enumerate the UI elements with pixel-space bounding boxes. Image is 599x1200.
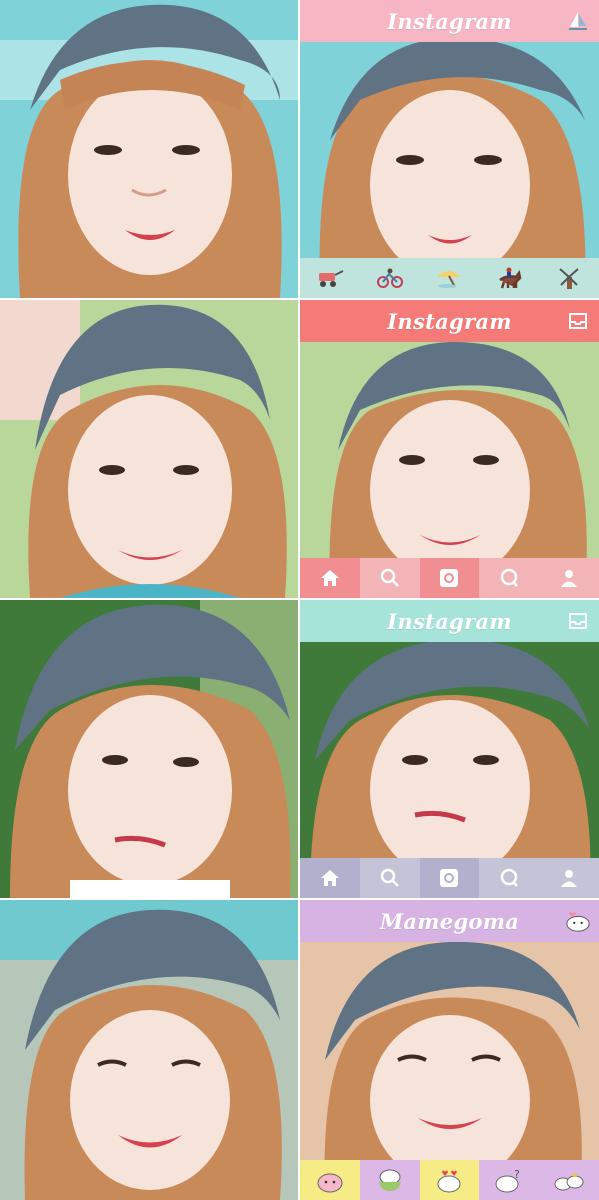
camera-icon[interactable]: [419, 858, 480, 898]
search-icon[interactable]: [360, 558, 420, 598]
bicycle-icon[interactable]: [360, 258, 420, 298]
bottom-nav: [300, 558, 599, 598]
app-title: Instagram: [387, 8, 512, 34]
portrait-photo: [300, 900, 599, 1200]
cart-icon[interactable]: [300, 258, 360, 298]
app-header: Instagram: [300, 600, 599, 642]
app-title: Instagram: [387, 608, 512, 634]
photo-plain-4: [0, 900, 298, 1200]
instagram-frame-3: Instagram: [300, 600, 599, 898]
camera-icon[interactable]: [419, 558, 480, 598]
app-header: Mamegoma: [300, 900, 599, 942]
seal-pink-icon[interactable]: [300, 1160, 360, 1200]
app-title: Instagram: [387, 308, 512, 334]
mamegoma-frame: Mamegoma ?: [300, 900, 599, 1200]
app-header: Instagram: [300, 0, 599, 42]
inbox-icon[interactable]: [565, 608, 591, 634]
windmill-icon[interactable]: [539, 258, 599, 298]
instagram-frame-2: Instagram: [300, 300, 599, 598]
portrait-photo: [0, 600, 298, 898]
comment-icon[interactable]: [479, 858, 539, 898]
portrait-photo: [300, 0, 599, 298]
photo-collage: Instagram Instagram Instagram Mamegoma ?: [0, 0, 599, 1200]
instagram-frame-1: Instagram: [300, 0, 599, 298]
bottom-nav: [300, 858, 599, 898]
seal-pair-icon[interactable]: [539, 1160, 599, 1200]
sailboat-icon[interactable]: [565, 8, 591, 34]
seal-question-icon[interactable]: ?: [479, 1160, 539, 1200]
profile-icon[interactable]: [539, 558, 599, 598]
portrait-photo: [300, 600, 599, 898]
horse-rider-icon[interactable]: [479, 258, 539, 298]
portrait-photo: [0, 900, 298, 1200]
svg-text:?: ?: [514, 1168, 520, 1181]
seal-hearts-icon[interactable]: [419, 1160, 480, 1200]
photo-plain-1: [0, 0, 298, 298]
app-header: Instagram: [300, 300, 599, 342]
theme-icon-bar: [300, 258, 599, 298]
profile-icon[interactable]: [539, 858, 599, 898]
sticker-bar: ?: [300, 1160, 599, 1200]
search-icon[interactable]: [360, 858, 420, 898]
seal-bowl-icon[interactable]: [360, 1160, 420, 1200]
seal-mascot-icon[interactable]: [565, 908, 591, 934]
comment-icon[interactable]: [479, 558, 539, 598]
home-icon[interactable]: [300, 858, 360, 898]
portrait-photo: [0, 0, 298, 298]
beach-umbrella-icon[interactable]: [420, 258, 480, 298]
photo-plain-2: [0, 300, 298, 598]
home-icon[interactable]: [300, 558, 360, 598]
inbox-icon[interactable]: [565, 308, 591, 334]
photo-plain-3: [0, 600, 298, 898]
portrait-photo: [300, 300, 599, 598]
app-title: Mamegoma: [379, 908, 520, 934]
portrait-photo: [0, 300, 298, 598]
